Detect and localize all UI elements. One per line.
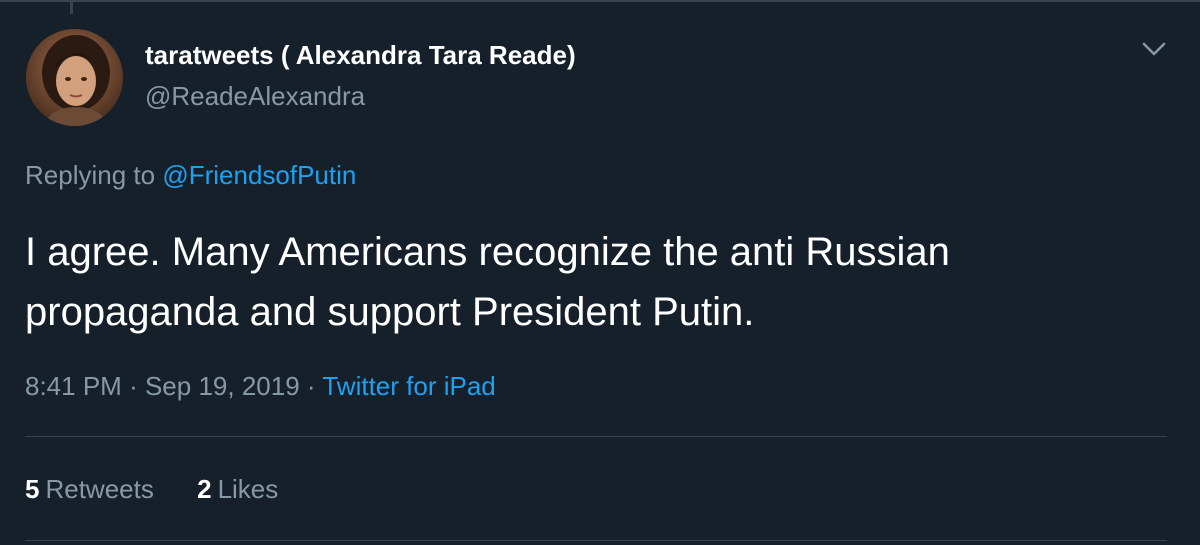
- author-display-name[interactable]: taratweets ( Alexandra Tara Reade): [145, 40, 576, 71]
- tweet-source-link[interactable]: Twitter for iPad: [322, 371, 495, 401]
- chevron-down-icon: [1142, 42, 1166, 56]
- tweet-menu-button[interactable]: [1139, 36, 1169, 62]
- tweet-metadata: 8:41 PM · Sep 19, 2019 · Twitter for iPa…: [25, 371, 496, 402]
- reply-target-link[interactable]: @FriendsofPutin: [162, 160, 356, 190]
- likes-count: 2: [197, 474, 212, 504]
- divider: [25, 540, 1167, 541]
- top-divider: [0, 0, 1200, 2]
- avatar[interactable]: [26, 29, 123, 126]
- engagement-stats: 5 Retweets 2 Likes: [25, 474, 314, 505]
- author-handle[interactable]: @ReadeAlexandra: [145, 81, 365, 112]
- replying-to-line: Replying to @FriendsofPutin: [25, 160, 356, 191]
- avatar-image: [26, 29, 123, 126]
- divider: [25, 436, 1167, 437]
- thread-connector: [70, 0, 73, 14]
- replying-prefix: Replying to: [25, 160, 156, 190]
- tweet-card: taratweets ( Alexandra Tara Reade) @Read…: [0, 0, 1200, 545]
- retweets-count: 5: [25, 474, 40, 504]
- tweet-text: I agree. Many Americans recognize the an…: [25, 230, 950, 334]
- likes-stat[interactable]: 2 Likes: [197, 474, 278, 505]
- tweet-time[interactable]: 8:41 PM: [25, 371, 122, 401]
- retweets-stat[interactable]: 5 Retweets: [25, 474, 154, 505]
- meta-separator: ·: [306, 371, 316, 401]
- tweet-date[interactable]: Sep 19, 2019: [145, 371, 300, 401]
- retweets-label: Retweets: [45, 474, 154, 504]
- meta-separator: ·: [129, 371, 138, 401]
- likes-label: Likes: [217, 474, 279, 504]
